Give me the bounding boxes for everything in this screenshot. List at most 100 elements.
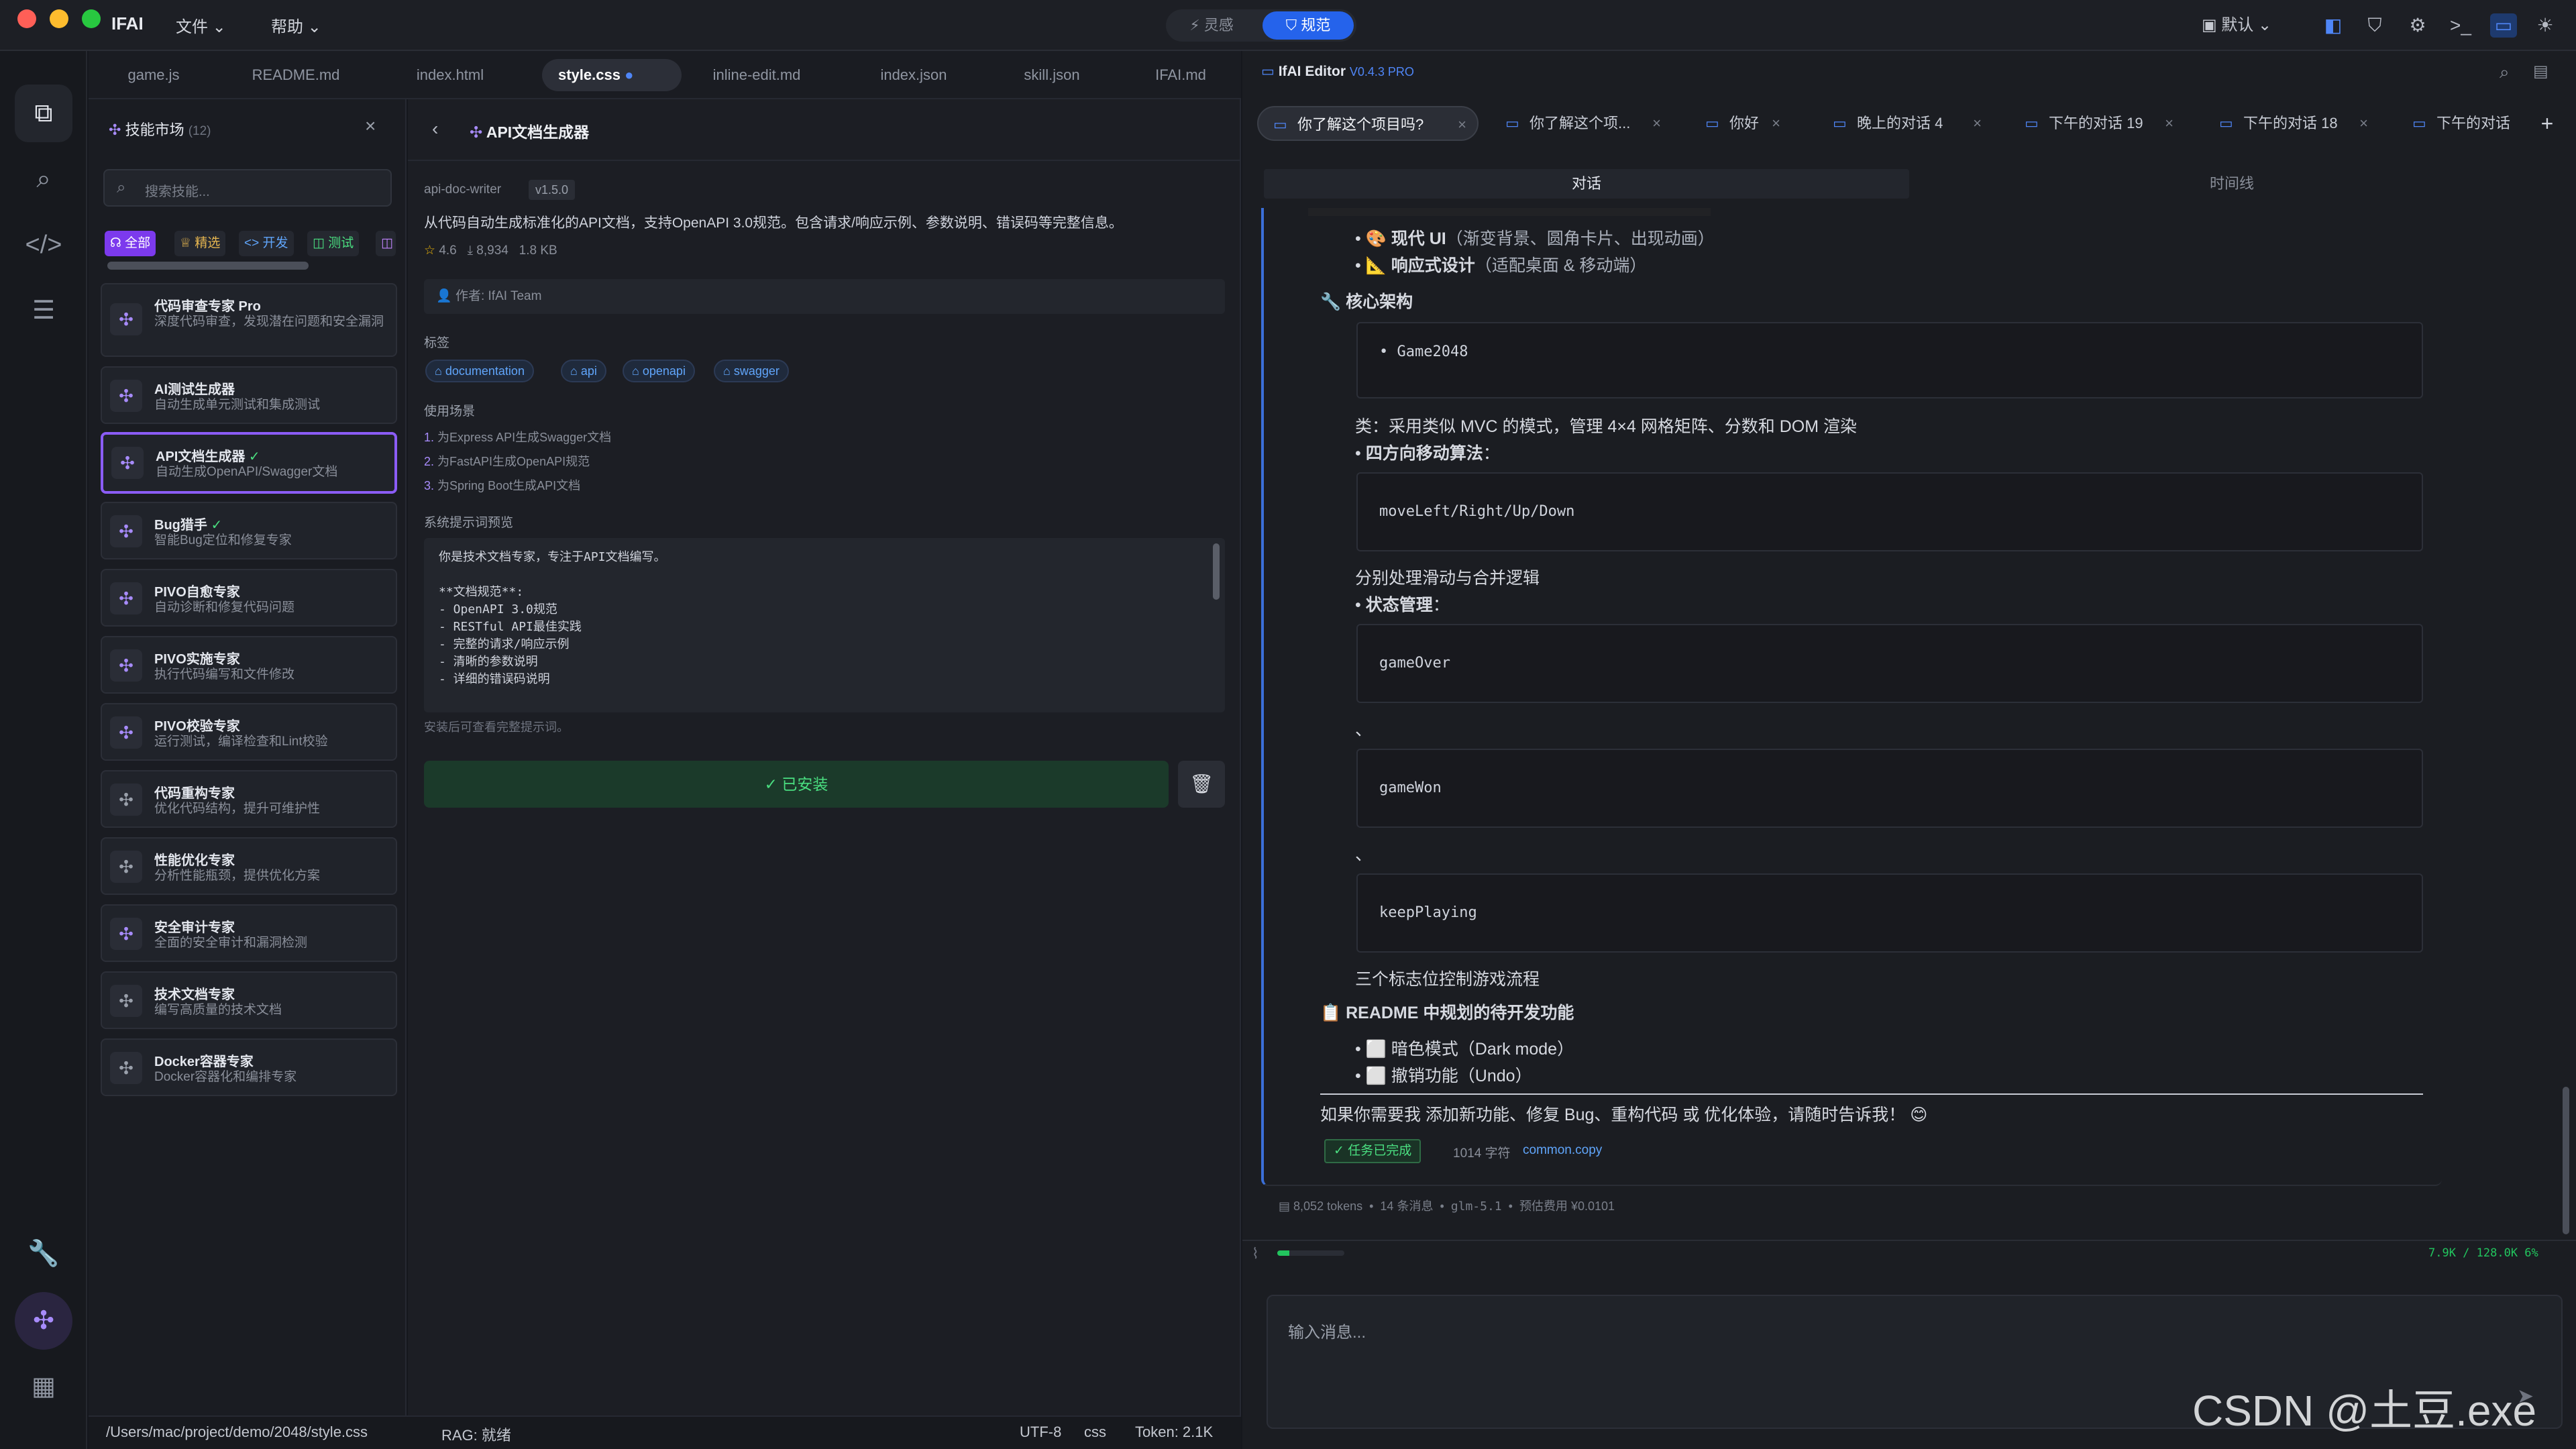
sun-icon[interactable]: ☀ bbox=[2532, 13, 2559, 38]
code-block: gameOver bbox=[1356, 624, 2423, 703]
chat-tab[interactable]: ▭ 下午的对话 bbox=[2398, 106, 2532, 141]
language-mode[interactable]: css bbox=[1084, 1424, 1106, 1441]
encoding[interactable]: UTF-8 bbox=[1020, 1424, 1061, 1441]
close-icon[interactable]: × bbox=[1973, 106, 1982, 141]
document-icon[interactable]: ▤ bbox=[2533, 62, 2548, 81]
editor-tab[interactable]: index.html bbox=[397, 59, 503, 91]
editor-tab[interactable]: index.json bbox=[859, 59, 969, 91]
chat-tab-active[interactable]: ▭ 你了解这个项目吗? × bbox=[1257, 106, 1479, 141]
file-path[interactable]: /Users/mac/project/demo/2048/style.css bbox=[106, 1424, 368, 1441]
tag-chip[interactable]: ⌂ api bbox=[561, 360, 606, 382]
skill-card[interactable]: ✣ 技术文档专家 编写高质量的技术文档 bbox=[101, 971, 397, 1029]
code-icon[interactable]: </> bbox=[15, 216, 72, 274]
skill-name: 代码审查专家 Pro bbox=[154, 299, 261, 314]
task-list-icon[interactable]: ☰ bbox=[15, 282, 72, 339]
filter-dev-chip[interactable]: <> 开发 bbox=[239, 231, 294, 256]
skill-search-input[interactable]: ⌕ 搜索技能... bbox=[103, 169, 392, 207]
back-arrow-icon[interactable]: ‹ bbox=[432, 118, 438, 140]
skill-card[interactable]: ✣ Docker容器专家 Docker容器化和编排专家 bbox=[101, 1038, 397, 1096]
skill-desc: 智能Bug定位和修复专家 bbox=[154, 533, 292, 547]
editor-tab-active[interactable]: style.css ● bbox=[542, 59, 682, 91]
skill-name: Bug猎手 ✓ bbox=[154, 514, 222, 533]
filter-test-chip[interactable]: ◫ 测试 bbox=[307, 231, 360, 256]
layout-select[interactable]: ▣ 默认 ⌄ bbox=[2202, 13, 2271, 38]
tag-chip[interactable]: ⌂ swagger bbox=[714, 360, 789, 382]
terminal-icon[interactable]: >_ bbox=[2447, 13, 2474, 38]
skill-card[interactable]: ✣ PIVO自愈专家 自动诊断和修复代码问题 bbox=[101, 569, 397, 627]
explorer-icon[interactable]: ⧉ bbox=[15, 85, 72, 142]
zoom-window-button[interactable] bbox=[82, 9, 101, 28]
skill-card[interactable]: ✣ 代码重构专家 优化代码结构，提升可维护性 bbox=[101, 770, 397, 828]
prompt-preview: 你是技术文档专家，专注于API文档编写。 **文档规范**: - OpenAPI 3… bbox=[424, 538, 1225, 712]
shield-icon[interactable]: ⛉ bbox=[2361, 13, 2388, 38]
skill-card-selected[interactable]: ✣ API文档生成器 ✓ 自动生成OpenAPI/Swagger文档 bbox=[101, 432, 397, 494]
puzzle-icon: ✣ bbox=[110, 303, 142, 335]
skill-name: AI测试生成器 bbox=[154, 382, 235, 397]
subtab-chat[interactable]: 对话 bbox=[1264, 169, 1909, 199]
skill-id: api-doc-writer bbox=[424, 182, 502, 197]
close-window-button[interactable] bbox=[17, 9, 36, 28]
menu-file[interactable]: 文件 ⌄ bbox=[176, 13, 226, 37]
skill-card[interactable]: ✣ PIVO校验专家 运行测试，编译检查和Lint校验 bbox=[101, 703, 397, 761]
copy-button[interactable]: common.copy bbox=[1523, 1143, 1602, 1158]
skill-desc: 深度代码审查，发现潜在问题和安全漏洞 bbox=[154, 315, 384, 329]
tag-chip[interactable]: ⌂ documentation bbox=[425, 360, 534, 382]
mode-inspiration-button[interactable]: ⚡ 灵感 bbox=[1173, 12, 1250, 39]
editor-tab[interactable]: README.md bbox=[236, 59, 356, 91]
close-icon[interactable]: × bbox=[1458, 107, 1466, 142]
menu-help[interactable]: 帮助 ⌄ bbox=[271, 13, 321, 37]
filter-more-chip[interactable]: ◫ bbox=[376, 231, 396, 256]
chat-tab[interactable]: ▭ 下午的对话 18 × bbox=[2204, 106, 2379, 141]
filter-label: 开发 bbox=[262, 236, 288, 250]
gear-icon[interactable]: ⚙ bbox=[2404, 13, 2431, 38]
skill-card[interactable]: ✣ 安全审计专家 全面的安全审计和漏洞检测 bbox=[101, 904, 397, 962]
search-icon[interactable]: ⌕ bbox=[15, 150, 72, 208]
divider bbox=[408, 160, 1241, 161]
close-icon[interactable]: × bbox=[2165, 106, 2174, 141]
close-icon[interactable]: × bbox=[365, 115, 376, 137]
chat-tab[interactable]: ▭ 下午的对话 19 × bbox=[2010, 106, 2184, 141]
close-icon[interactable]: × bbox=[1772, 106, 1780, 141]
new-chat-button[interactable]: + bbox=[2530, 106, 2564, 141]
skill-card[interactable]: ✣ AI测试生成器 自动生成单元测试和集成测试 bbox=[101, 366, 397, 424]
editor-tab[interactable]: game.js bbox=[107, 59, 200, 91]
skill-card[interactable]: ✣ 代码审查专家 Pro 深度代码审查，发现潜在问题和安全漏洞 bbox=[101, 283, 397, 357]
mode-spec-button[interactable]: ⛉ 规范 bbox=[1263, 11, 1354, 40]
chat-tab-label: 晚上的对话 4 bbox=[1857, 115, 1943, 131]
close-icon[interactable]: × bbox=[2359, 106, 2368, 141]
filter-featured-chip[interactable]: ♕ 精选 bbox=[174, 231, 226, 256]
editor-tab[interactable]: skill.json bbox=[1002, 59, 1102, 91]
context-usage: 7.9K / 128.0K 6% bbox=[2428, 1246, 2538, 1260]
chat-tab[interactable]: ▭ 晚上的对话 4 × bbox=[1818, 106, 1992, 141]
subtab-timeline[interactable]: 时间线 bbox=[1909, 169, 2555, 199]
bold-text: 四方向移动算法 bbox=[1365, 444, 1483, 463]
tag-chip[interactable]: ⌂ openapi bbox=[623, 360, 695, 382]
skill-card[interactable]: ✣ PIVO实施专家 执行代码编写和文件修改 bbox=[101, 636, 397, 694]
chat-tab[interactable]: ▭ 你好 × bbox=[1690, 106, 1791, 141]
stat-tokens: 8,052 tokens bbox=[1293, 1199, 1363, 1213]
chat-tab[interactable]: ▭ 你了解这个项... × bbox=[1491, 106, 1672, 141]
prompt-line: - 完整的请求/响应示例 bbox=[439, 637, 570, 651]
close-icon[interactable]: × bbox=[1652, 106, 1661, 141]
editor-tab[interactable]: IFAI.md bbox=[1134, 59, 1228, 91]
puzzle-icon[interactable]: ✣ bbox=[15, 1292, 72, 1350]
filter-all-chip[interactable]: ☊ 全部 bbox=[105, 231, 156, 256]
chat-scrollbar[interactable] bbox=[2563, 1087, 2569, 1234]
puzzle-icon: ✣ bbox=[110, 649, 142, 682]
editor-tab[interactable]: inline-edit.md bbox=[694, 59, 820, 91]
prompt-scrollbar[interactable] bbox=[1213, 543, 1220, 600]
puzzle-icon: ✣ bbox=[110, 918, 142, 950]
trash-icon[interactable]: 🗑 bbox=[1178, 761, 1225, 808]
search-icon[interactable]: ⌕ bbox=[2500, 62, 2510, 83]
cpu-icon[interactable]: ▦ bbox=[15, 1358, 72, 1415]
wrench-icon[interactable]: 🔧 bbox=[15, 1225, 72, 1283]
filter-scrollbar[interactable] bbox=[107, 262, 309, 270]
chat-panel-icon[interactable]: ▭ bbox=[2490, 13, 2517, 38]
skill-card[interactable]: ✣ 性能优化专家 分析性能瓶颈，提供优化方案 bbox=[101, 837, 397, 895]
usage-item: 3. 为Spring Boot生成API文档 bbox=[424, 479, 581, 492]
minimize-window-button[interactable] bbox=[50, 9, 68, 28]
skill-card[interactable]: ✣ Bug猎手 ✓ 智能Bug定位和修复专家 bbox=[101, 502, 397, 559]
chat-bubble-icon: ▭ bbox=[1705, 115, 1719, 131]
installed-button[interactable]: ✓ 已安装 bbox=[424, 761, 1169, 808]
sidebar-toggle-icon[interactable]: ◧ bbox=[2320, 13, 2347, 38]
